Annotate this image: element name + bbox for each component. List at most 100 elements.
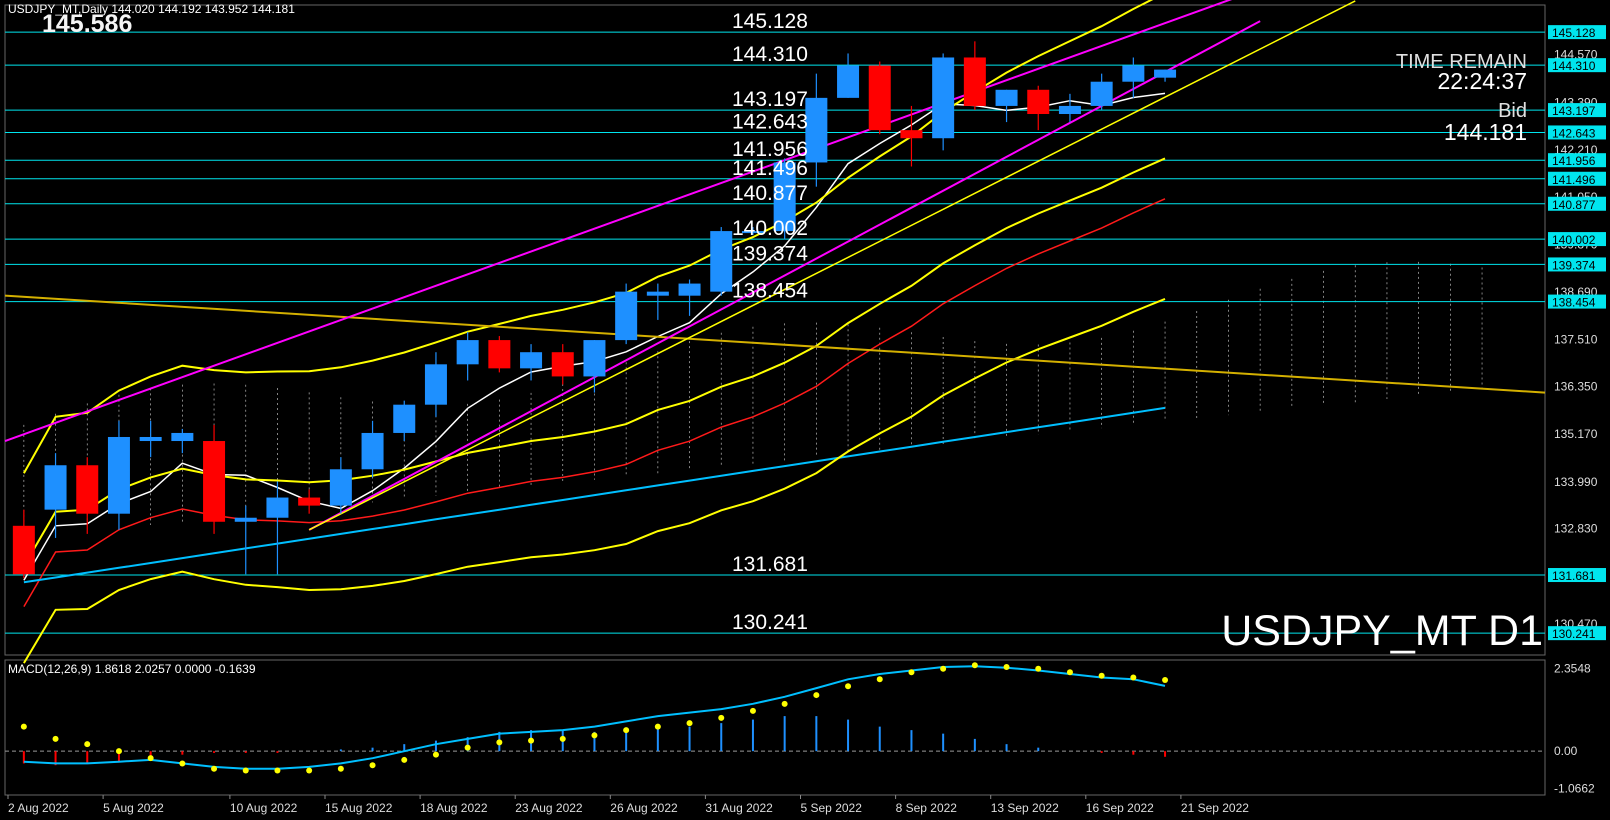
time-tick-label: 26 Aug 2022 <box>610 801 678 815</box>
time-tick-label: 21 Sep 2022 <box>1181 801 1249 815</box>
level-tag: 139.374 <box>1548 257 1606 272</box>
level-label: 140.877 <box>732 182 808 205</box>
candle-body <box>805 97 828 163</box>
candle-body <box>171 432 194 442</box>
macd-signal-dot <box>718 714 725 721</box>
macd-signal-dot <box>52 735 59 742</box>
candle-body <box>329 469 352 506</box>
candle <box>868 61 891 135</box>
level-label: 143.197 <box>732 88 808 111</box>
time-tick-label: 16 Sep 2022 <box>1086 801 1154 815</box>
macd-signal-dot <box>115 748 122 755</box>
level-tag: 141.496 <box>1548 171 1606 187</box>
level-label: 140.002 <box>732 217 808 240</box>
level-tag: 142.643 <box>1548 125 1606 140</box>
macd-label: MACD(12,26,9) 1.8618 2.0257 0.0000 -0.16… <box>8 662 256 676</box>
macd-signal-dot <box>1162 676 1169 683</box>
time-tick-label: 10 Aug 2022 <box>230 801 298 815</box>
macd-signal-dot <box>528 737 535 744</box>
macd-signal-dot <box>971 662 978 669</box>
time-tick-label: 5 Sep 2022 <box>801 801 863 815</box>
level-label: 141.496 <box>732 157 808 180</box>
candle-body <box>995 89 1018 106</box>
macd-signal-dot <box>654 723 661 730</box>
price-tick-label: 133.990 <box>1554 475 1598 489</box>
candle-body <box>139 436 162 442</box>
candle-body <box>551 352 574 377</box>
macd-signal-dot <box>242 767 249 774</box>
candle-body <box>710 231 733 292</box>
candle-body <box>615 291 638 341</box>
level-label: 131.681 <box>732 553 808 576</box>
level-label: 142.643 <box>732 110 808 133</box>
candle-body <box>76 465 99 514</box>
candle <box>488 336 511 373</box>
candle-body <box>393 404 416 433</box>
level-tag: 141.956 <box>1548 153 1606 168</box>
macd-signal-dot <box>1098 672 1105 679</box>
level-tag-text: 141.496 <box>1552 173 1596 187</box>
candle-body <box>456 340 479 365</box>
macd-signal-dot <box>84 741 91 748</box>
level-label: 144.310 <box>732 43 808 66</box>
candle-body <box>837 65 860 98</box>
time-tick-label: 31 Aug 2022 <box>705 801 773 815</box>
candle-body <box>1058 105 1081 115</box>
price-tick-label: 135.170 <box>1554 427 1598 441</box>
level-tag-text: 140.877 <box>1552 198 1596 212</box>
macd-signal-dot <box>147 755 154 762</box>
macd-signal-dot <box>813 692 820 699</box>
level-tag: 140.002 <box>1548 232 1606 247</box>
level-label: 130.241 <box>732 611 808 634</box>
candle-body <box>107 436 130 514</box>
time-tick-label: 2 Aug 2022 <box>8 801 69 815</box>
level-tag: 130.241 <box>1548 626 1606 641</box>
macd-signal-dot <box>591 732 598 739</box>
macd-tick-label: 0.00 <box>1554 744 1578 758</box>
candle-body <box>963 57 986 106</box>
macd-signal-dot <box>211 765 218 772</box>
macd-signal-dot <box>274 767 281 774</box>
level-label: 145.128 <box>732 10 808 33</box>
macd-signal-dot <box>749 707 756 714</box>
level-tag: 143.197 <box>1548 103 1606 118</box>
big-price: 145.586 <box>42 10 132 38</box>
time-tick-label: 5 Aug 2022 <box>103 801 164 815</box>
candle-body <box>361 432 384 470</box>
level-tag-text: 131.681 <box>1552 569 1596 583</box>
time-tick-label: 23 Aug 2022 <box>515 801 583 815</box>
macd-signal-dot <box>623 727 630 734</box>
candle-body <box>234 517 257 522</box>
price-chart[interactable]: 145.128144.310143.197142.643141.956141.4… <box>0 0 1610 820</box>
candle-body <box>1090 81 1113 106</box>
candle-body <box>932 57 955 139</box>
macd-signal-dot <box>432 751 439 758</box>
level-tag-text: 141.956 <box>1552 154 1596 168</box>
macd-signal-dot <box>686 720 693 727</box>
macd-signal-dot <box>369 762 376 769</box>
price-tick-label: 136.350 <box>1554 380 1598 394</box>
macd-signal-dot <box>940 665 947 672</box>
macd-signal-dot <box>559 735 566 742</box>
macd-signal-dot <box>1066 669 1073 676</box>
level-label: 138.454 <box>732 280 808 303</box>
candle <box>615 283 638 345</box>
candle-body <box>868 65 891 131</box>
level-tag-text: 139.374 <box>1552 258 1596 272</box>
macd-signal-dot <box>1130 674 1137 681</box>
candle <box>932 53 955 151</box>
time-remain-value: 22:24:37 <box>1437 68 1527 94</box>
candle-body <box>678 283 701 296</box>
time-tick-label: 18 Aug 2022 <box>420 801 488 815</box>
price-tick-label: 137.510 <box>1554 333 1598 347</box>
macd-signal-dot <box>1003 664 1010 671</box>
candle <box>107 420 130 530</box>
candle-body <box>203 441 226 522</box>
level-tag-text: 144.310 <box>1552 59 1596 73</box>
macd-signal-dot <box>496 739 503 746</box>
level-tag-text: 138.454 <box>1552 296 1596 310</box>
level-tag: 131.681 <box>1548 568 1606 583</box>
macd-signal-dot <box>464 744 471 751</box>
candle-body <box>44 465 67 510</box>
level-tag-text: 145.128 <box>1552 26 1596 40</box>
